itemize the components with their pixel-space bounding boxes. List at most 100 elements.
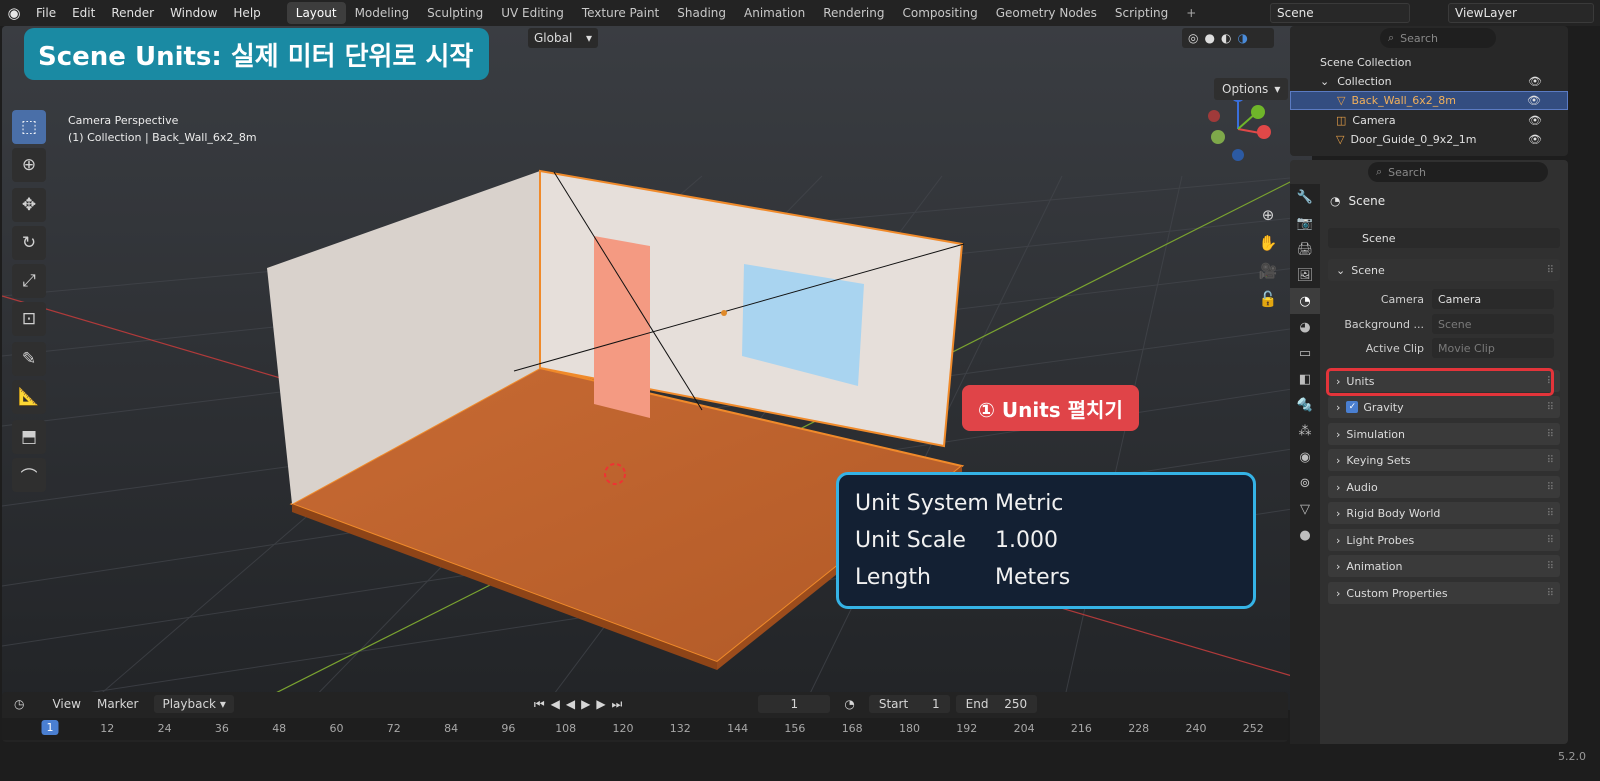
world-tab-icon[interactable]: ◕ — [1290, 314, 1320, 340]
camera-view-icon[interactable]: 🎥 — [1256, 257, 1280, 285]
3d-viewport[interactable]: Global ▾ ◎ ● ◐ ◑ Options ▾ Camera Perspe… — [2, 26, 1312, 710]
drag-handle-icon[interactable]: ⠿ — [1547, 402, 1554, 413]
drag-handle-icon[interactable]: ⠿ — [1547, 429, 1554, 440]
rendered-shading-icon[interactable]: ◑ — [1237, 31, 1247, 45]
tab-texture-paint[interactable]: Texture Paint — [573, 2, 668, 24]
shading-mode-buttons[interactable]: ◎ ● ◐ ◑ — [1182, 28, 1274, 48]
outliner-item-door-guide[interactable]: ▽ Door_Guide_0_9x2_1m 👁 — [1290, 130, 1568, 149]
solid-shading-icon[interactable]: ● — [1204, 31, 1214, 45]
constraints-tab-icon[interactable]: ⊚ — [1290, 470, 1320, 496]
end-frame-field[interactable]: End 250 — [955, 695, 1038, 713]
properties-search-input[interactable]: ⌕ Search — [1368, 162, 1548, 182]
camera-field[interactable]: Camera — [1432, 289, 1554, 309]
chevron-down-icon[interactable]: ⌄ — [1320, 75, 1329, 88]
panel-gravity[interactable]: › ✓ Gravity ⠿ — [1328, 396, 1560, 418]
scene-tab-icon[interactable]: ◔ — [1290, 288, 1320, 314]
active-clip-field[interactable]: Movie Clip — [1432, 338, 1554, 358]
menu-edit[interactable]: Edit — [64, 0, 103, 26]
particles-tab-icon[interactable]: ⁂ — [1290, 418, 1320, 444]
eye-icon[interactable]: 👁 — [1528, 75, 1542, 88]
panel-animation[interactable]: › Animation ⠿ — [1328, 555, 1560, 577]
panel-keying-sets[interactable]: › Keying Sets ⠿ — [1328, 449, 1560, 471]
outliner-search-input[interactable]: ⌕ Search — [1380, 28, 1496, 48]
rotate-tool-icon[interactable]: ↻ — [12, 226, 46, 260]
measure-tool-icon[interactable]: 📐 — [12, 380, 46, 414]
select-box-icon[interactable]: ⬚ — [12, 110, 46, 144]
add-workspace-icon[interactable]: + — [1177, 2, 1205, 24]
scene-selector[interactable]: Scene — [1270, 3, 1410, 23]
scene-collection-row[interactable]: Scene Collection — [1290, 53, 1568, 72]
drag-handle-icon[interactable]: ⠿ — [1547, 455, 1554, 466]
tab-rendering[interactable]: Rendering — [814, 2, 893, 24]
editor-type-icon[interactable]: ◷ — [14, 697, 24, 711]
modifier-tab-icon[interactable]: 🔩 — [1290, 392, 1320, 418]
view-layer-selector[interactable]: ViewLayer — [1448, 3, 1594, 23]
menu-help[interactable]: Help — [225, 0, 268, 26]
timeline-playback-menu[interactable]: Playback ▾ — [154, 695, 234, 713]
eye-icon[interactable]: 👁 — [1528, 133, 1542, 146]
wireframe-shading-icon[interactable]: ◎ — [1188, 31, 1198, 45]
scene-datablock-selector[interactable]: Scene — [1328, 228, 1560, 248]
gravity-checkbox[interactable]: ✓ — [1346, 401, 1359, 413]
lock-icon[interactable]: 🔓 — [1256, 285, 1280, 313]
drag-handle-icon[interactable]: ⠿ — [1547, 561, 1554, 572]
collection-tab-icon[interactable]: ▭ — [1290, 340, 1320, 366]
drag-handle-icon[interactable]: ⠿ — [1547, 508, 1554, 519]
outliner-item-camera[interactable]: ◫ Camera 👁 — [1290, 111, 1568, 130]
tab-layout[interactable]: Layout — [286, 2, 346, 24]
panel-rigid-body-world[interactable]: › Rigid Body World ⠿ — [1328, 502, 1560, 524]
tab-sculpting[interactable]: Sculpting — [418, 2, 492, 24]
drag-handle-icon[interactable]: ⠿ — [1547, 265, 1554, 276]
transform-tool-icon[interactable]: ⊡ — [12, 302, 46, 336]
tab-animation[interactable]: Animation — [735, 2, 814, 24]
drag-handle-icon[interactable]: ⠿ — [1547, 482, 1554, 493]
panel-audio[interactable]: › Audio ⠿ — [1328, 476, 1560, 498]
tab-uv-editing[interactable]: UV Editing — [492, 2, 573, 24]
tab-shading[interactable]: Shading — [668, 2, 735, 24]
tab-scripting[interactable]: Scripting — [1106, 2, 1177, 24]
drag-handle-icon[interactable]: ⠿ — [1547, 535, 1554, 546]
transform-orientation-dropdown[interactable]: Global ▾ — [528, 28, 598, 48]
collection-row[interactable]: ⌄ Collection 👁 — [1290, 72, 1568, 91]
blender-logo-icon[interactable]: ◉ — [0, 0, 28, 26]
view-layer-tab-icon[interactable]: 🖼 — [1290, 262, 1320, 288]
options-dropdown[interactable]: Options ▾ — [1214, 78, 1289, 100]
tab-compositing[interactable]: Compositing — [893, 2, 986, 24]
tab-geometry-nodes[interactable]: Geometry Nodes — [987, 2, 1106, 24]
add-cube-tool-icon[interactable]: ⬒ — [12, 420, 46, 454]
timeline-marker-menu[interactable]: Marker — [97, 697, 138, 711]
panel-scene-header[interactable]: ⌄ Scene ⠿ — [1328, 259, 1560, 281]
scale-tool-icon[interactable]: ⤢ — [12, 264, 46, 298]
physics-tab-icon[interactable]: ◉ — [1290, 444, 1320, 470]
outliner-item-back-wall[interactable]: ▽ Back_Wall_6x2_8m 👁 — [1290, 91, 1568, 110]
zoom-icon[interactable]: ⊕ — [1256, 201, 1280, 229]
panel-custom-properties[interactable]: › Custom Properties ⠿ — [1328, 582, 1560, 604]
stopwatch-icon[interactable]: ◔ — [844, 697, 854, 711]
start-frame-field[interactable]: Start 1 — [868, 695, 950, 713]
background-field[interactable]: Scene — [1432, 314, 1554, 334]
eye-icon[interactable]: 👁 — [1527, 94, 1541, 107]
menu-window[interactable]: Window — [162, 0, 225, 26]
annotate-tool-icon[interactable]: ✎ — [12, 342, 46, 376]
timeline-view-menu[interactable]: View — [52, 697, 80, 711]
data-tab-icon[interactable]: ▽ — [1290, 496, 1320, 522]
object-tab-icon[interactable]: ◧ — [1290, 366, 1320, 392]
pan-hand-icon[interactable]: ✋ — [1256, 229, 1280, 257]
tab-modeling[interactable]: Modeling — [346, 2, 419, 24]
material-shading-icon[interactable]: ◐ — [1221, 31, 1231, 45]
timeline-ruler[interactable]: 1 12 24 36 48 60 72 84 96 108 120 132 144 156 168 180 19… — [2, 718, 1288, 740]
cursor-tool-icon[interactable]: ⊕ — [12, 148, 46, 182]
tool-tab-icon[interactable]: 🔧 — [1290, 184, 1320, 210]
edge-tool-icon[interactable]: ⌒ — [12, 458, 46, 492]
move-tool-icon[interactable]: ✥ — [12, 188, 46, 222]
menu-render[interactable]: Render — [103, 0, 162, 26]
output-tab-icon[interactable]: 🖨 — [1290, 236, 1320, 262]
panel-simulation[interactable]: › Simulation ⠿ — [1328, 423, 1560, 445]
panel-light-probes[interactable]: › Light Probes ⠿ — [1328, 529, 1560, 551]
current-frame-field[interactable]: 1 — [758, 695, 831, 713]
eye-icon[interactable]: 👁 — [1528, 114, 1542, 127]
menu-file[interactable]: File — [28, 0, 64, 26]
render-tab-icon[interactable]: 📷 — [1290, 210, 1320, 236]
playback-controls[interactable]: ⏮◀◀▶▶⏭ — [534, 697, 629, 712]
drag-handle-icon[interactable]: ⠿ — [1547, 588, 1554, 599]
